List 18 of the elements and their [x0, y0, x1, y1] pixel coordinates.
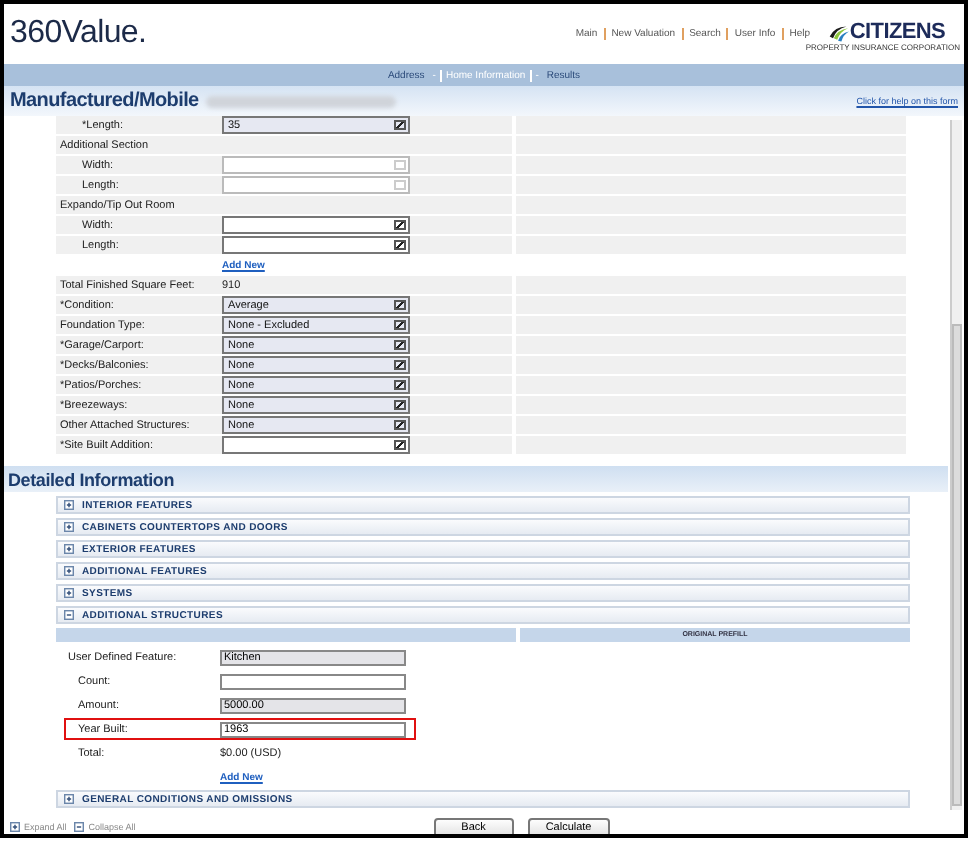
- dropdown[interactable]: [222, 236, 410, 254]
- app-logo: 360Value.: [10, 16, 147, 52]
- expand-icon[interactable]: [64, 500, 74, 510]
- dropdown[interactable]: [222, 436, 410, 454]
- expand-icon[interactable]: [64, 566, 74, 576]
- scrollbar[interactable]: [950, 120, 962, 810]
- brand-name: CITIZENS: [849, 22, 948, 44]
- collapse-icon[interactable]: [74, 822, 85, 832]
- expand-icon[interactable]: [64, 522, 74, 532]
- expand-icon[interactable]: [10, 822, 20, 832]
- collapse-icon[interactable]: [64, 610, 74, 620]
- section-heading: Detailed Information: [4, 466, 948, 492]
- expand-icon[interactable]: [64, 588, 74, 598]
- input-field[interactable]: [220, 673, 406, 689]
- expand-icon[interactable]: [64, 794, 74, 804]
- page-title: Manufactured/Mobile: [10, 90, 199, 112]
- dropdown[interactable]: [222, 216, 410, 234]
- expand-icon[interactable]: [64, 544, 74, 554]
